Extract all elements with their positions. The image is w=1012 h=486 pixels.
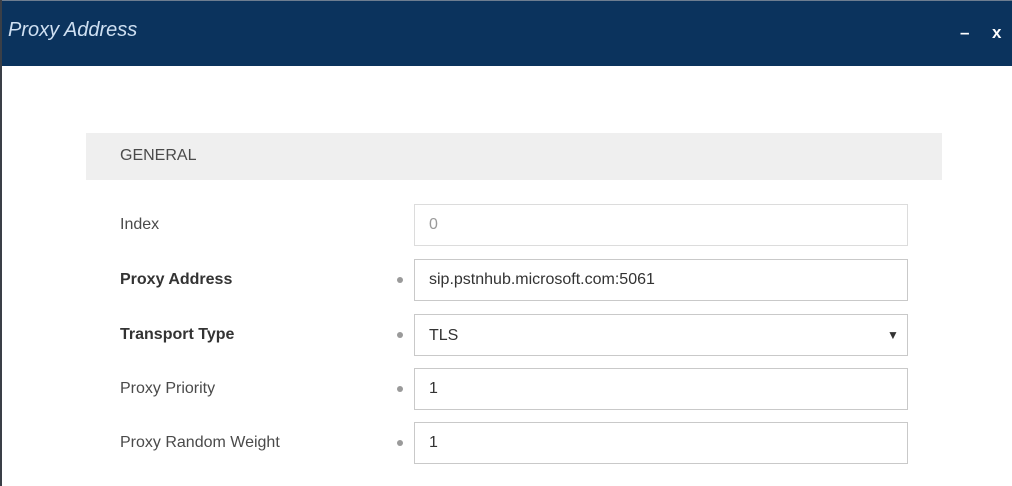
- transport-type-row: Transport Type TLS ▼: [2, 314, 1012, 356]
- proxy-priority-row: Proxy Priority: [2, 368, 1012, 410]
- proxy-address-field[interactable]: [414, 259, 908, 301]
- required-dot-icon: [397, 332, 403, 338]
- index-row: Index: [2, 204, 1012, 246]
- proxy-address-label: Proxy Address: [120, 271, 233, 288]
- required-dot-icon: [397, 277, 403, 283]
- proxy-priority-field[interactable]: [414, 368, 908, 410]
- general-section-header: GENERAL: [86, 133, 942, 180]
- proxy-priority-label: Proxy Priority: [120, 380, 216, 397]
- required-dot-icon: [397, 440, 403, 446]
- proxy-address-row: Proxy Address: [2, 259, 1012, 301]
- dropdown-arrow-icon[interactable]: ▼: [887, 328, 899, 342]
- required-dot-icon: [397, 386, 403, 392]
- section-title: GENERAL: [120, 147, 197, 164]
- proxy-address-dialog: Proxy Address – x GENERAL Index Proxy Ad…: [0, 0, 1012, 486]
- transport-type-select[interactable]: TLS ▼: [414, 314, 908, 356]
- index-label: Index: [120, 216, 160, 233]
- proxy-random-weight-row: Proxy Random Weight: [2, 422, 1012, 464]
- proxy-random-weight-label: Proxy Random Weight: [120, 434, 280, 451]
- close-button[interactable]: x: [992, 23, 1001, 43]
- index-field: [414, 204, 908, 246]
- minimize-button[interactable]: –: [960, 23, 969, 43]
- proxy-random-weight-field[interactable]: [414, 422, 908, 464]
- dialog-title: Proxy Address: [8, 19, 138, 41]
- transport-type-value: TLS: [429, 327, 459, 344]
- transport-type-label: Transport Type: [120, 326, 235, 343]
- dialog-titlebar: Proxy Address – x: [2, 0, 1012, 66]
